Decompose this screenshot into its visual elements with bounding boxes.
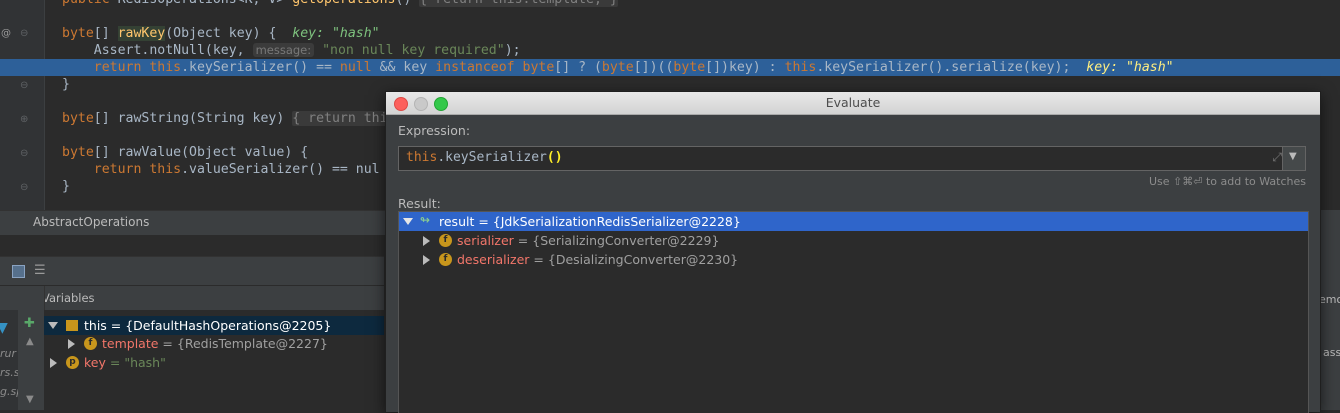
expand-icon[interactable] <box>50 358 62 368</box>
field-value: = {SerializingConverter@2229} <box>517 233 720 248</box>
history-dropdown-button[interactable]: ▼ <box>1282 146 1306 171</box>
field-value: = {DesializingConverter@2230} <box>533 252 739 267</box>
variable-value: = {RedisTemplate@2227} <box>162 336 328 351</box>
result-label: Result: <box>398 196 441 211</box>
object-icon <box>66 320 78 331</box>
field-icon: f <box>439 253 452 266</box>
field-name: serializer <box>457 233 514 248</box>
frames-view-icon[interactable] <box>12 265 25 278</box>
frame-fragment[interactable]: rs.s <box>0 366 19 379</box>
variable-value: = "hash" <box>109 355 166 370</box>
code-line[interactable] <box>0 8 1340 25</box>
result-row-selected[interactable]: ↬ result = {JdkSerializationRedisSeriali… <box>399 212 1308 231</box>
parameter-icon: p <box>66 356 79 369</box>
result-value-icon: ↬ <box>420 213 431 227</box>
filter-icon[interactable]: ▼ <box>0 320 8 336</box>
dialog-titlebar[interactable]: Evaluate <box>386 92 1320 115</box>
result-tree[interactable]: ↬ result = {JdkSerializationRedisSeriali… <box>398 211 1309 413</box>
tree-row[interactable]: f template = {RedisTemplate@2227} <box>44 334 384 353</box>
expand-icon[interactable] <box>423 236 435 246</box>
variable-name: key <box>84 355 106 370</box>
right-panel-edge: emo ass <box>1319 210 1340 410</box>
variables-title: Variables <box>42 291 95 305</box>
variables-action-strip: ✚ ▲ ▼ <box>18 286 45 410</box>
field-icon: f <box>84 337 97 350</box>
code-text: public RedisOperations<K, V> getOperatio… <box>62 0 618 8</box>
expression-label: Expression: <box>398 123 471 138</box>
code-text: } <box>62 179 70 194</box>
expand-icon[interactable] <box>423 255 435 265</box>
scroll-up-icon[interactable]: ▲ <box>26 336 34 347</box>
field-icon: f <box>439 234 452 247</box>
tree-row[interactable]: p key = "hash" <box>44 353 384 372</box>
field-name: deserializer <box>457 252 530 267</box>
result-child-row[interactable]: f serializer = {SerializingConverter@222… <box>399 231 1308 250</box>
execution-line[interactable]: return this.keySerializer() == null && k… <box>0 59 1340 76</box>
debug-toolbar: ☰ <box>0 256 384 285</box>
code-text: return this.valueSerializer() == nul <box>62 162 380 177</box>
dialog-title: Evaluate <box>825 95 881 110</box>
chevron-down-icon: ▼ <box>1289 151 1297 162</box>
evaluate-dialog: Evaluate Expression: this.keySerializer(… <box>385 91 1321 413</box>
code-line[interactable]: byte[] rawKey(Object key) { key: "hash" <box>0 25 1340 42</box>
code-text: byte[] rawKey(Object key) { key: "hash" <box>62 26 380 41</box>
expression-text: this.keySerializer() <box>406 150 563 165</box>
variables-header: Variables <box>0 286 384 311</box>
variables-tree[interactable]: this = {DefaultHashOperations@2205} f te… <box>44 310 384 410</box>
code-text: Assert.notNull(key, message: "non null k… <box>62 43 521 58</box>
scroll-down-icon[interactable]: ▼ <box>26 394 34 405</box>
variable-name: template <box>102 336 159 351</box>
panel-tab-fragment[interactable]: emo <box>1319 293 1340 306</box>
code-line[interactable]: Assert.notNull(key, message: "non null k… <box>0 42 1340 59</box>
expression-input[interactable]: this.keySerializer() ⤢ <box>398 146 1293 171</box>
frames-strip: rur rs.s g.sp ▼ <box>0 310 23 410</box>
watches-hint: Use ⇧⌘⏎ to add to Watches <box>1148 175 1306 188</box>
variable-label: this = {DefaultHashOperations@2205} <box>84 318 332 333</box>
code-text: byte[] rawString(String key) { return th… <box>62 111 388 126</box>
breadcrumb-item[interactable]: AbstractOperations <box>33 215 149 229</box>
code-text: byte[] rawValue(Object value) { <box>62 145 309 160</box>
panel-text-fragment: ass <box>1323 346 1340 359</box>
code-text: return this.keySerializer() == null && k… <box>62 60 1174 75</box>
code-text: } <box>62 77 70 92</box>
code-line[interactable]: public RedisOperations<K, V> getOperatio… <box>0 0 1340 8</box>
frame-fragment[interactable]: rur <box>0 347 16 360</box>
expand-icon[interactable] <box>403 218 413 225</box>
expand-icon[interactable] <box>48 322 58 329</box>
expand-icon[interactable] <box>68 339 80 349</box>
result-root-label: result = {JdkSerializationRedisSerialize… <box>439 214 741 229</box>
expand-editor-icon[interactable]: ⤢ <box>1272 150 1282 165</box>
result-child-row[interactable]: f deserializer = {DesializingConverter@2… <box>399 250 1308 269</box>
threads-view-icon[interactable]: ☰ <box>34 263 46 278</box>
tree-row-this[interactable]: this = {DefaultHashOperations@2205} <box>44 316 384 335</box>
add-watch-icon[interactable]: ✚ <box>24 316 35 331</box>
